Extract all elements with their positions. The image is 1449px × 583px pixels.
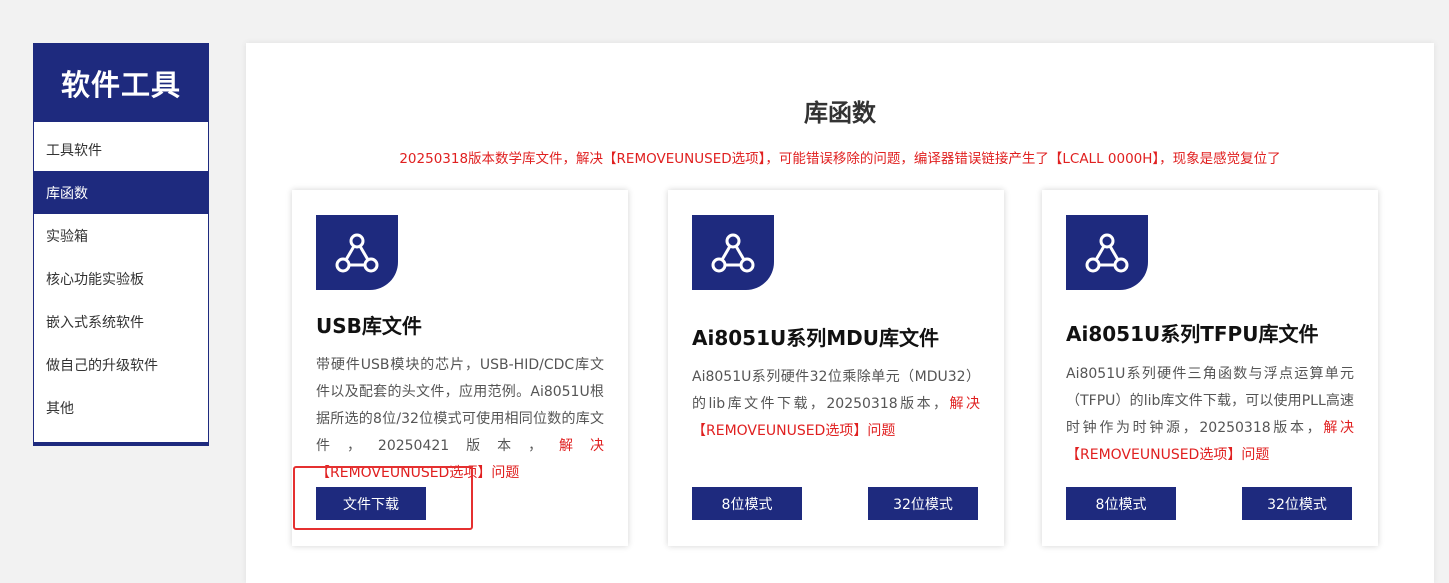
- sidebar-item-other[interactable]: 其他: [34, 386, 208, 429]
- 8bit-mode-button[interactable]: 8位模式: [1066, 487, 1176, 520]
- sidebar: 软件工具 工具软件 库函数 实验箱 核心功能实验板 嵌入式系统软件 做自己的升级…: [33, 43, 209, 446]
- card-desc-text: Ai8051U系列硬件三角函数与浮点运算单元（TFPU）的lib库文件下载，可以…: [1066, 366, 1354, 436]
- card-mdu-library: Ai8051U系列MDU库文件 Ai8051U系列硬件32位乘除单元（MDU32…: [668, 190, 1004, 546]
- sidebar-list: 工具软件 库函数 实验箱 核心功能实验板 嵌入式系统软件 做自己的升级软件 其他: [34, 122, 208, 429]
- share-nodes-icon: [1066, 215, 1148, 290]
- 32bit-mode-button[interactable]: 32位模式: [1242, 487, 1352, 520]
- share-nodes-icon: [692, 215, 774, 290]
- sidebar-item-lab-box[interactable]: 实验箱: [34, 214, 208, 257]
- sidebar-item-core-board[interactable]: 核心功能实验板: [34, 257, 208, 300]
- card-desc-text: Ai8051U系列硬件32位乘除单元（MDU32）的lib库文件下载，20250…: [692, 369, 980, 412]
- sidebar-title: 软件工具: [34, 44, 208, 122]
- sidebar-item-embedded[interactable]: 嵌入式系统软件: [34, 300, 208, 343]
- sidebar-item-upgrade[interactable]: 做自己的升级软件: [34, 343, 208, 386]
- 32bit-mode-button[interactable]: 32位模式: [868, 487, 978, 520]
- card-description: Ai8051U系列硬件三角函数与浮点运算单元（TFPU）的lib库文件下载，可以…: [1066, 361, 1354, 469]
- card-title: Ai8051U系列MDU库文件: [692, 326, 939, 350]
- card-title: Ai8051U系列TFPU库文件: [1066, 322, 1319, 346]
- page-title: 库函数: [804, 99, 876, 127]
- sidebar-item-library[interactable]: 库函数: [34, 171, 208, 214]
- card-tfpu-library: Ai8051U系列TFPU库文件 Ai8051U系列硬件三角函数与浮点运算单元（…: [1042, 190, 1378, 546]
- notice-text: 20250318版本数学库文件，解决【REMOVEUNUSED选项】，可能错误移…: [399, 151, 1281, 167]
- card-description: Ai8051U系列硬件32位乘除单元（MDU32）的lib库文件下载，20250…: [692, 364, 980, 445]
- card-title: USB库文件: [316, 314, 422, 338]
- highlight-box: [293, 466, 473, 530]
- sidebar-item-tools[interactable]: 工具软件: [34, 128, 208, 171]
- share-nodes-icon: [316, 215, 398, 290]
- 8bit-mode-button[interactable]: 8位模式: [692, 487, 802, 520]
